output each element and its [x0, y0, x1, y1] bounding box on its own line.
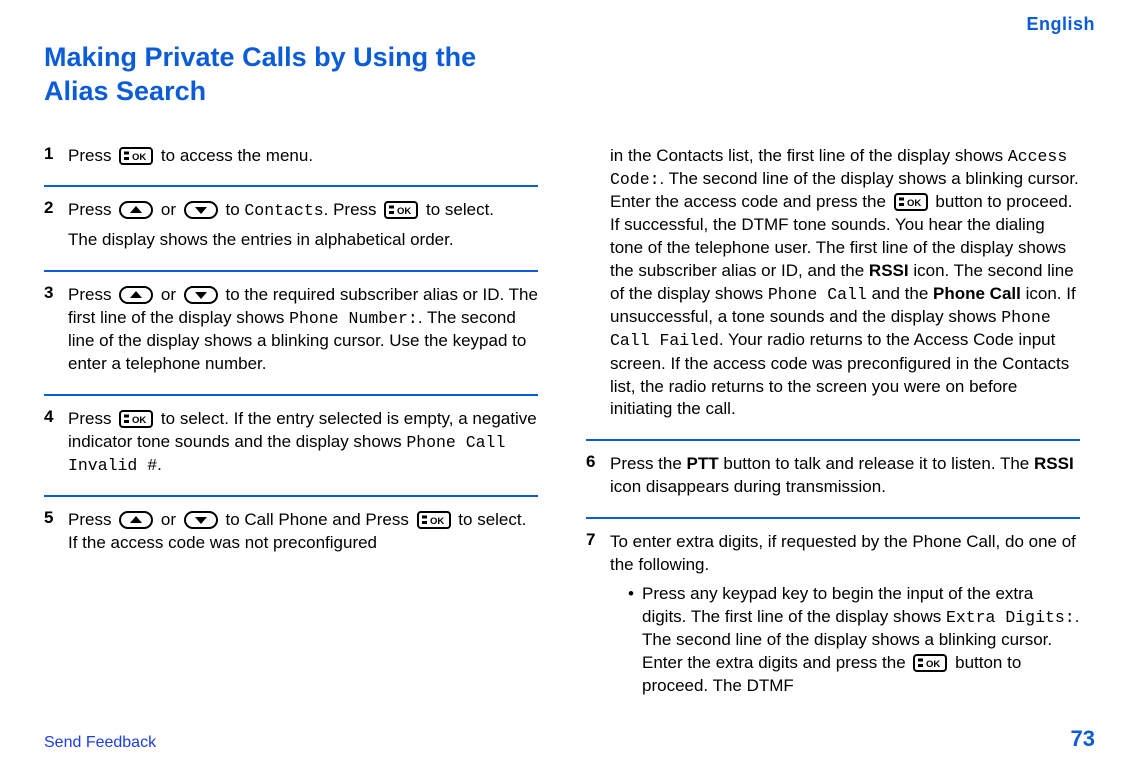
step-number: 7: [586, 527, 610, 702]
ptt-label: PTT: [687, 454, 719, 473]
down-nav-icon: [184, 511, 218, 529]
step-4: 4 Press to select. If the entry selected…: [44, 394, 538, 495]
phone-call-label: Phone Call: [933, 284, 1021, 303]
step-2: 2 Press or to Contacts. Press to select.…: [44, 185, 538, 269]
step7-intro: To enter extra digits, if requested by t…: [610, 531, 1080, 577]
ok-button-icon: [417, 511, 451, 529]
step-body: Press to select. If the entry selected i…: [68, 404, 538, 483]
language-label: English: [44, 14, 1095, 35]
content-columns: 1 Press to access the menu. 2 Press or: [44, 133, 1095, 721]
send-feedback-link[interactable]: Send Feedback: [44, 734, 156, 752]
step-body: Press the PTT button to talk and release…: [610, 449, 1080, 505]
down-nav-icon: [184, 201, 218, 219]
step7-bullets: Press any keypad key to begin the input …: [610, 583, 1080, 698]
step-number: 4: [44, 404, 68, 483]
list-item: Press any keypad key to begin the input …: [628, 583, 1080, 698]
rssi-label: RSSI: [869, 261, 909, 280]
page-number: 73: [1071, 726, 1095, 752]
display-text: Phone Number:: [289, 309, 418, 328]
step-note: The display shows the entries in alphabe…: [68, 229, 538, 252]
step-number: 3: [44, 280, 68, 382]
step-number-empty: [586, 141, 610, 428]
step-5-left: 5 Press or to Call Phone and Press to se…: [44, 495, 538, 573]
up-nav-icon: [119, 511, 153, 529]
display-text: Contacts: [244, 201, 323, 220]
step-3: 3 Press or to the required subscriber al…: [44, 270, 538, 394]
step-number: 2: [44, 195, 68, 257]
up-nav-icon: [119, 201, 153, 219]
display-text: Extra Digits:: [946, 608, 1075, 627]
page-title: Making Private Calls by Using the Alias …: [44, 41, 524, 109]
step-body: To enter extra digits, if requested by t…: [610, 527, 1080, 702]
step-body: Press or to Contacts. Press to select. T…: [68, 195, 538, 257]
step-1: 1 Press to access the menu.: [44, 133, 538, 186]
step-number: 6: [586, 449, 610, 505]
page-root: English Making Private Calls by Using th…: [0, 0, 1131, 762]
ok-button-icon: [384, 201, 418, 219]
ok-button-icon: [119, 147, 153, 165]
step-5-right: in the Contacts list, the first line of …: [586, 133, 1080, 440]
page-footer: Send Feedback 73: [44, 720, 1095, 752]
display-text: Phone Call: [768, 285, 867, 304]
ok-button-icon: [119, 410, 153, 428]
rssi-label: RSSI: [1034, 454, 1074, 473]
ok-button-icon: [913, 654, 947, 672]
step-body: Press or to Call Phone and Press to sele…: [68, 505, 538, 561]
step-6: 6 Press the PTT button to talk and relea…: [586, 439, 1080, 517]
step-7: 7 To enter extra digits, if requested by…: [586, 517, 1080, 714]
step-number: 1: [44, 141, 68, 174]
ok-button-icon: [894, 193, 928, 211]
step-body: Press to access the menu.: [68, 141, 538, 174]
step-body: Press or to the required subscriber alia…: [68, 280, 538, 382]
step-number: 5: [44, 505, 68, 561]
right-column: in the Contacts list, the first line of …: [586, 133, 1080, 721]
step-body: in the Contacts list, the first line of …: [610, 141, 1080, 428]
up-nav-icon: [119, 286, 153, 304]
left-column: 1 Press to access the menu. 2 Press or: [44, 133, 538, 721]
down-nav-icon: [184, 286, 218, 304]
